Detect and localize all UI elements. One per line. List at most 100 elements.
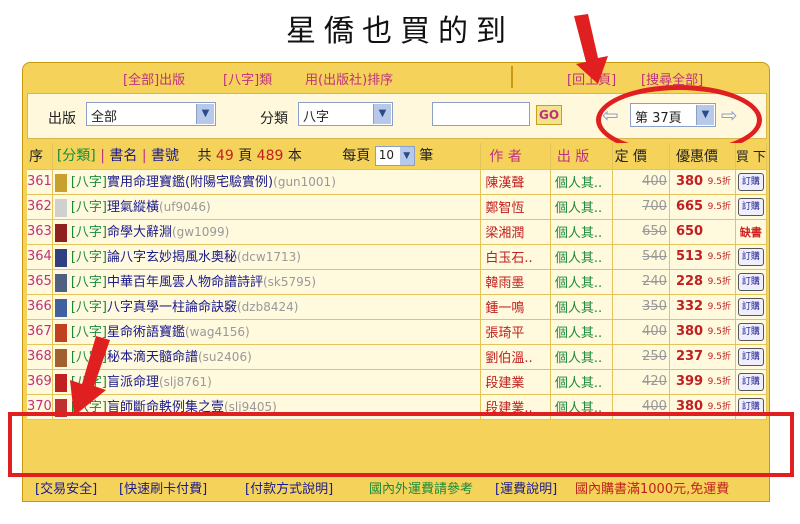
book-code: (su2406) bbox=[198, 350, 252, 365]
all-publishers-link[interactable]: [全部]出版 bbox=[123, 69, 185, 88]
list-price: 540 bbox=[612, 244, 670, 270]
buy-cell: 訂購 bbox=[735, 169, 768, 195]
safe-trade-link[interactable]: [交易安全] bbox=[35, 478, 97, 497]
chevron-down-icon: ▼ bbox=[373, 104, 391, 124]
author-link[interactable]: 梁湘潤 bbox=[480, 219, 551, 245]
publisher-link[interactable]: 個人其.. bbox=[550, 244, 613, 270]
sale-price: 332 9.5折 bbox=[669, 294, 736, 320]
publisher-link[interactable]: 個人其.. bbox=[550, 194, 613, 220]
book-title-link[interactable]: 八字真學一柱論命訣竅 bbox=[107, 300, 237, 315]
book-title-link[interactable]: 中華百年風雲人物命譜詩評 bbox=[107, 275, 263, 290]
cart-order-icon[interactable]: 訂購 bbox=[737, 247, 764, 266]
book-title-link[interactable]: 命學大辭淵 bbox=[107, 225, 172, 240]
publisher-link[interactable]: 個人其.. bbox=[550, 369, 613, 395]
discount-badge: 9.5折 bbox=[707, 302, 731, 312]
category-sort-link[interactable]: [分類] bbox=[57, 148, 96, 164]
chevron-down-icon: ▼ bbox=[196, 104, 214, 124]
title-cell: [八字]八字真學一柱論命訣竅(dzb8424) bbox=[52, 294, 482, 320]
book-cover-thumbnail[interactable] bbox=[54, 273, 67, 292]
book-title-link[interactable]: 實用命理寶鑑(附陽宅驗實例) bbox=[107, 175, 273, 190]
publisher-select-value: 全部 bbox=[91, 110, 118, 125]
cart-order-icon[interactable]: 訂購 bbox=[737, 372, 764, 391]
title-cell: [八字]星命術語寶鑑(wag4156) bbox=[52, 319, 482, 345]
category-select-value: 八字 bbox=[303, 110, 330, 125]
author-link[interactable]: 白玉石.. bbox=[480, 244, 551, 270]
row-category-link[interactable]: [八字] bbox=[71, 300, 107, 315]
row-category-link[interactable]: [八字] bbox=[71, 200, 107, 215]
table-row: 364 [八字]論八字玄妙揭風水奧秘(dcw1713) 白玉石.. 個人其.. 540 5… bbox=[27, 244, 768, 270]
author-link[interactable]: 鍾一鳴 bbox=[480, 294, 551, 320]
book-title-sort-link[interactable]: 書名 bbox=[109, 148, 137, 164]
book-cover-thumbnail[interactable] bbox=[54, 198, 67, 217]
book-cover-thumbnail[interactable] bbox=[54, 173, 67, 192]
sale-price-value: 380 bbox=[675, 174, 704, 189]
free-shipping-text: 國內購書滿1000元,免運費 bbox=[575, 482, 730, 497]
row-category-link[interactable]: [八字] bbox=[71, 250, 107, 265]
discount-badge: 9.5折 bbox=[707, 202, 731, 212]
discount-badge: 9.5折 bbox=[707, 177, 731, 187]
table-row: 363 [八字]命學大辭淵(gw1099) 梁湘潤 個人其.. 650 650 缺書 bbox=[27, 219, 768, 245]
book-code: (dcw1713) bbox=[237, 250, 301, 265]
book-title-link[interactable]: 星命術語寶鑑 bbox=[107, 325, 185, 340]
per-page-value: 10 bbox=[378, 148, 395, 163]
discount-badge: 9.5折 bbox=[707, 327, 731, 337]
cart-order-icon[interactable]: 訂購 bbox=[737, 322, 764, 341]
buy-cell: 訂購 bbox=[735, 194, 768, 220]
book-title-link[interactable]: 秘本滴天髓命譜 bbox=[107, 350, 198, 365]
title-cell: [八字]中華百年風雲人物命譜詩評(sk5795) bbox=[52, 269, 482, 295]
list-price-value: 700 bbox=[642, 199, 667, 214]
row-number: 361 bbox=[27, 169, 53, 195]
book-title-link[interactable]: 論八字玄妙揭風水奧秘 bbox=[107, 250, 237, 265]
publisher-header[interactable]: 出 版 bbox=[550, 143, 613, 170]
row-category-link[interactable]: [八字] bbox=[71, 175, 107, 190]
book-title-link[interactable]: 理氣縱橫 bbox=[107, 200, 159, 215]
publisher-link[interactable]: 個人其.. bbox=[550, 269, 613, 295]
publisher-link[interactable]: 個人其.. bbox=[550, 169, 613, 195]
list-price: 400 bbox=[612, 319, 670, 345]
cart-order-icon[interactable]: 訂購 bbox=[737, 272, 764, 291]
quick-pay-link[interactable]: [快速刷卡付費] bbox=[119, 478, 207, 497]
row-category-link[interactable]: [八字] bbox=[71, 275, 107, 290]
author-link[interactable]: 劉伯溫.. bbox=[480, 344, 551, 370]
publisher-link[interactable]: 個人其.. bbox=[550, 319, 613, 345]
category-select[interactable]: 八字 ▼ bbox=[298, 102, 393, 126]
go-button[interactable]: GO bbox=[536, 105, 562, 125]
cart-order-icon[interactable]: 訂購 bbox=[737, 197, 764, 216]
author-link[interactable]: 韓雨墨 bbox=[480, 269, 551, 295]
publisher-link[interactable]: 個人其.. bbox=[550, 294, 613, 320]
per-page-select[interactable]: 10 ▼ bbox=[374, 146, 415, 167]
publisher-link[interactable]: 個人其.. bbox=[550, 219, 613, 245]
category-link[interactable]: [八字]類 bbox=[223, 69, 272, 88]
book-cover-thumbnail[interactable] bbox=[54, 248, 67, 267]
cart-order-icon[interactable]: 訂購 bbox=[737, 172, 764, 191]
sale-price: 380 9.5折 bbox=[669, 319, 736, 345]
book-code-sort-link[interactable]: 書號 bbox=[151, 148, 179, 164]
row-number: 362 bbox=[27, 194, 53, 220]
publisher-label: 出版 bbox=[48, 111, 76, 127]
book-cover-thumbnail[interactable] bbox=[54, 298, 67, 317]
discount-badge: 9.5折 bbox=[707, 377, 731, 387]
list-price-value: 400 bbox=[642, 174, 667, 189]
red-arrow-icon bbox=[574, 14, 608, 84]
cart-order-icon[interactable]: 訂購 bbox=[737, 347, 764, 366]
row-number: 365 bbox=[27, 269, 53, 295]
author-link[interactable]: 張琦平 bbox=[480, 319, 551, 345]
publisher-select[interactable]: 全部 ▼ bbox=[86, 102, 216, 126]
cart-order-icon[interactable]: 訂購 bbox=[737, 297, 764, 316]
list-price-value: 240 bbox=[642, 274, 667, 289]
table-row: 362 [八字]理氣縱橫(uf9046) 鄭智恆 個人其.. 700 665 9.5折 訂購 bbox=[27, 194, 768, 220]
row-category-link[interactable]: [八字] bbox=[71, 225, 107, 240]
book-code: (uf9046) bbox=[159, 200, 211, 215]
sort-link[interactable]: 用(出版社)排序 bbox=[305, 69, 393, 88]
publisher-link[interactable]: 個人其.. bbox=[550, 344, 613, 370]
sale-price-value: 237 bbox=[675, 349, 704, 364]
book-cover-thumbnail[interactable] bbox=[54, 223, 67, 242]
author-link[interactable]: 鄭智恆 bbox=[480, 194, 551, 220]
author-link[interactable]: 陳漢聲 bbox=[480, 169, 551, 195]
search-input[interactable] bbox=[432, 102, 530, 126]
shipping-note-link[interactable]: [運費說明] bbox=[495, 478, 557, 497]
sale-price-header: 優惠價 bbox=[669, 143, 736, 170]
pay-method-link[interactable]: [付款方式說明] bbox=[245, 478, 333, 497]
author-header[interactable]: 作 者 bbox=[480, 143, 551, 170]
author-link[interactable]: 段建業 bbox=[480, 369, 551, 395]
